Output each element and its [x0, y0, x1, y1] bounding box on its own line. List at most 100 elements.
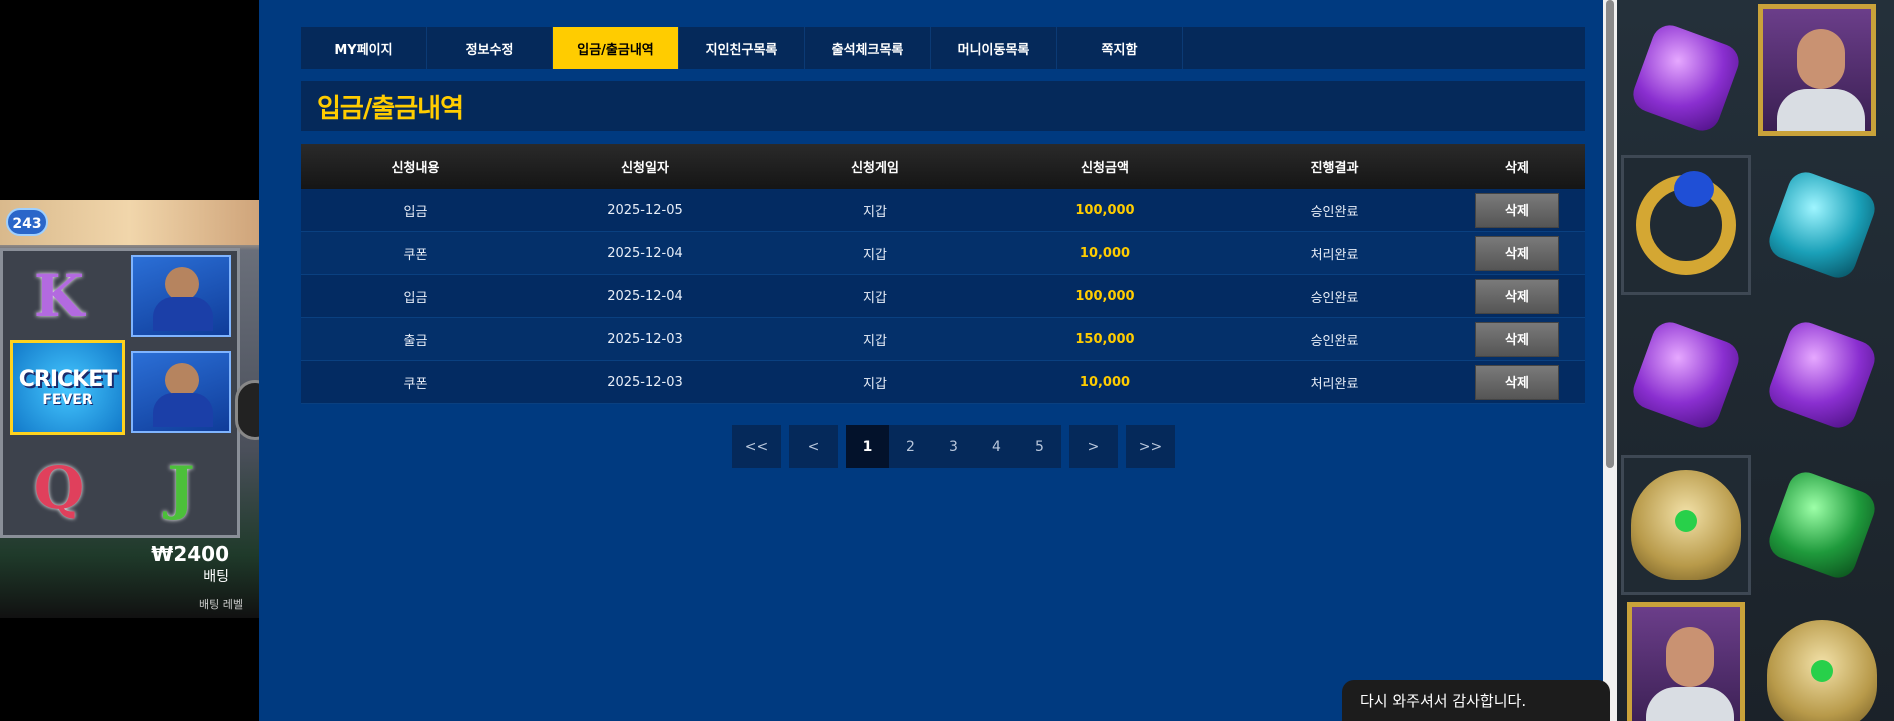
header-amount: 신청금액	[1081, 161, 1129, 176]
green-gem-icon	[1757, 455, 1887, 595]
cell-amount: 100,000	[1075, 202, 1135, 218]
cell-game: 지갑	[863, 204, 887, 220]
cell-game: 지갑	[863, 247, 887, 263]
cell-game: 지갑	[863, 290, 887, 306]
history-table: 신청내용 신청일자 신청게임 신청금액 진행결과 삭제 입금 2025-12-0…	[301, 144, 1585, 404]
teal-gem-icon	[1757, 155, 1887, 295]
page-scrollbar[interactable]	[1603, 0, 1617, 721]
delete-button[interactable]: 삭제	[1475, 321, 1559, 357]
header-delete: 삭제	[1505, 161, 1529, 176]
golden-skull-icon	[1757, 605, 1887, 721]
tab-mypage[interactable]: MY페이지	[301, 27, 427, 69]
table-row: 쿠폰 2025-12-04 지갑 10,000 처리완료 삭제	[301, 232, 1585, 275]
table-row: 출금 2025-12-03 지갑 150,000 승인완료 삭제	[301, 318, 1585, 361]
table-row: 입금 2025-12-05 지갑 100,000 승인완료 삭제	[301, 189, 1585, 232]
cell-date: 2025-12-04	[607, 288, 683, 304]
purple-gem-icon	[1757, 305, 1887, 445]
cell-type: 쿠폰	[403, 376, 428, 392]
cell-date: 2025-12-03	[607, 374, 683, 390]
gold-ring-icon	[1621, 155, 1751, 295]
cell-date: 2025-12-04	[607, 245, 683, 261]
slot-game-banner-left[interactable]: 243 K Q J CRICKET FEVER ₩2400 배팅 배팅 레벨	[0, 200, 259, 618]
slot-game-banner-right[interactable]	[1617, 0, 1894, 721]
bet-label: 배팅	[203, 569, 229, 585]
welcome-toast: 다시 와주셔서 감사합니다.	[1342, 680, 1610, 721]
cell-result: 처리완료	[1310, 376, 1359, 392]
page-button-5[interactable]: 5	[1018, 425, 1061, 468]
page-title-bar: 입금/출금내역	[301, 81, 1585, 131]
page-title: 입금/출금내역	[317, 93, 464, 124]
logo-line1: CRICKET	[18, 367, 117, 392]
table-header: 신청내용 신청일자 신청게임 신청금액 진행결과 삭제	[301, 144, 1585, 189]
golden-skull-icon	[1621, 455, 1751, 595]
header-game: 신청게임	[851, 161, 899, 176]
tab-messages[interactable]: 쪽지함	[1057, 27, 1183, 69]
table-row: 쿠폰 2025-12-03 지갑 10,000 처리완료 삭제	[301, 361, 1585, 404]
tab-edit-info[interactable]: 정보수정	[427, 27, 553, 69]
cell-amount: 150,000	[1075, 331, 1135, 347]
delete-button[interactable]: 삭제	[1475, 235, 1559, 271]
first-page-button[interactable]: <<	[732, 425, 781, 468]
cell-action: 삭제	[1449, 364, 1585, 400]
tab-deposit-withdraw[interactable]: 입금/출금내역	[553, 27, 679, 69]
page-button-1[interactable]: 1	[846, 425, 889, 468]
k-symbol-icon: K	[33, 262, 85, 330]
header-date: 신청일자	[621, 161, 669, 176]
main-content: MY페이지 정보수정 입금/출금내역 지인친구목록 출석체크목록 머니이동목록 …	[259, 0, 1617, 721]
logo-line2: FEVER	[42, 392, 93, 408]
cell-action: 삭제	[1449, 321, 1585, 357]
screen: 243 K Q J CRICKET FEVER ₩2400 배팅 배팅 레벨 M…	[0, 0, 1894, 721]
reel-column: J	[123, 251, 233, 535]
mypage-tabs: MY페이지 정보수정 입금/출금내역 지인친구목록 출석체크목록 머니이동목록 …	[301, 27, 1585, 69]
cricket-fever-logo: CRICKET FEVER	[10, 340, 125, 435]
cell-date: 2025-12-05	[607, 202, 683, 218]
portrait-icon	[1752, 0, 1882, 140]
cell-result: 승인완료	[1310, 333, 1359, 349]
cell-type: 입금	[403, 290, 428, 306]
purple-gem-icon	[1621, 8, 1751, 148]
cell-type: 입금	[403, 204, 428, 220]
cell-type: 출금	[403, 333, 428, 349]
cricket-player-icon	[131, 255, 231, 337]
pagination: << < 1 2 3 4 5 > >>	[732, 425, 1183, 468]
page-button-3[interactable]: 3	[932, 425, 975, 468]
q-symbol-icon: Q	[33, 454, 85, 522]
next-page-button[interactable]: >	[1069, 425, 1118, 468]
cell-amount: 10,000	[1079, 374, 1131, 390]
cell-type: 쿠폰	[403, 247, 428, 263]
cell-date: 2025-12-03	[607, 331, 683, 347]
page-button-4[interactable]: 4	[975, 425, 1018, 468]
page-button-2[interactable]: 2	[889, 425, 932, 468]
table-row: 입금 2025-12-04 지갑 100,000 승인완료 삭제	[301, 275, 1585, 318]
header-type: 신청내용	[391, 161, 440, 176]
cricket-player-icon	[131, 351, 231, 433]
j-symbol-icon: J	[167, 454, 195, 522]
last-page-button[interactable]: >>	[1126, 425, 1175, 468]
cell-result: 승인완료	[1310, 204, 1359, 220]
cell-action: 삭제	[1449, 192, 1585, 228]
delete-button[interactable]: 삭제	[1475, 278, 1559, 314]
header-result: 진행결과	[1310, 161, 1359, 176]
tab-attendance[interactable]: 출석체크목록	[805, 27, 931, 69]
scrollbar-thumb[interactable]	[1606, 0, 1614, 468]
tab-friends[interactable]: 지인친구목록	[679, 27, 805, 69]
cell-action: 삭제	[1449, 235, 1585, 271]
prev-page-button[interactable]: <	[789, 425, 838, 468]
cell-result: 처리완료	[1310, 247, 1359, 263]
spin-button[interactable]	[235, 380, 259, 440]
ways-badge: 243	[6, 208, 48, 236]
table-body: 입금 2025-12-05 지갑 100,000 승인완료 삭제 쿠폰 2025…	[301, 189, 1585, 404]
cell-amount: 100,000	[1075, 288, 1135, 304]
delete-button[interactable]: 삭제	[1475, 192, 1559, 228]
cell-game: 지갑	[863, 376, 887, 392]
delete-button[interactable]: 삭제	[1475, 364, 1559, 400]
bet-footer-text: 배팅 레벨	[199, 598, 243, 611]
cell-result: 승인완료	[1310, 290, 1359, 306]
bet-amount: ₩2400	[151, 542, 229, 566]
cell-action: 삭제	[1449, 278, 1585, 314]
purple-gem-icon	[1621, 305, 1751, 445]
tab-money-transfer[interactable]: 머니이동목록	[931, 27, 1057, 69]
cell-game: 지갑	[863, 333, 887, 349]
cell-amount: 10,000	[1079, 245, 1131, 261]
portrait-icon	[1621, 598, 1751, 721]
